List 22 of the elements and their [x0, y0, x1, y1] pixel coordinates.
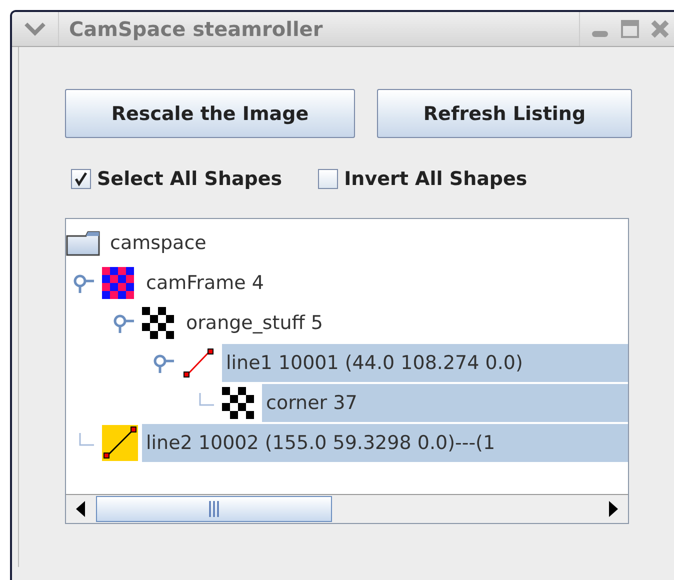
check-icon: [73, 171, 89, 187]
tree-item[interactable]: camFrame 4: [142, 264, 268, 302]
line-icon: [182, 347, 214, 379]
tree-item[interactable]: line1 10001 (44.0 108.274 0.0): [222, 344, 628, 382]
close-icon[interactable]: [650, 19, 670, 39]
checkered-icon: [102, 267, 134, 299]
checkered-icon: [142, 307, 174, 339]
action-button[interactable]: Rescale the Image: [65, 89, 355, 138]
tree-item[interactable]: corner 37: [262, 384, 628, 422]
checkbox[interactable]: Select All Shapes: [71, 168, 282, 190]
maximize-icon[interactable]: [620, 19, 640, 39]
action-button[interactable]: Refresh Listing: [377, 89, 632, 138]
horizontal-scrollbar[interactable]: [66, 494, 628, 523]
chevron-icon[interactable]: [24, 22, 46, 36]
checkered-icon: [222, 387, 254, 419]
tree-item[interactable]: line2 10002 (155.0 59.3298 0.0)---(1: [142, 424, 628, 462]
checkbox[interactable]: Invert All Shapes: [318, 168, 528, 190]
tree-item[interactable]: orange_stuff 5: [182, 304, 327, 342]
window-title: CamSpace steamroller: [58, 12, 579, 46]
folder-icon: [66, 230, 100, 256]
tree-item[interactable]: camspace: [106, 224, 210, 262]
scroll-thumb[interactable]: [96, 496, 332, 522]
